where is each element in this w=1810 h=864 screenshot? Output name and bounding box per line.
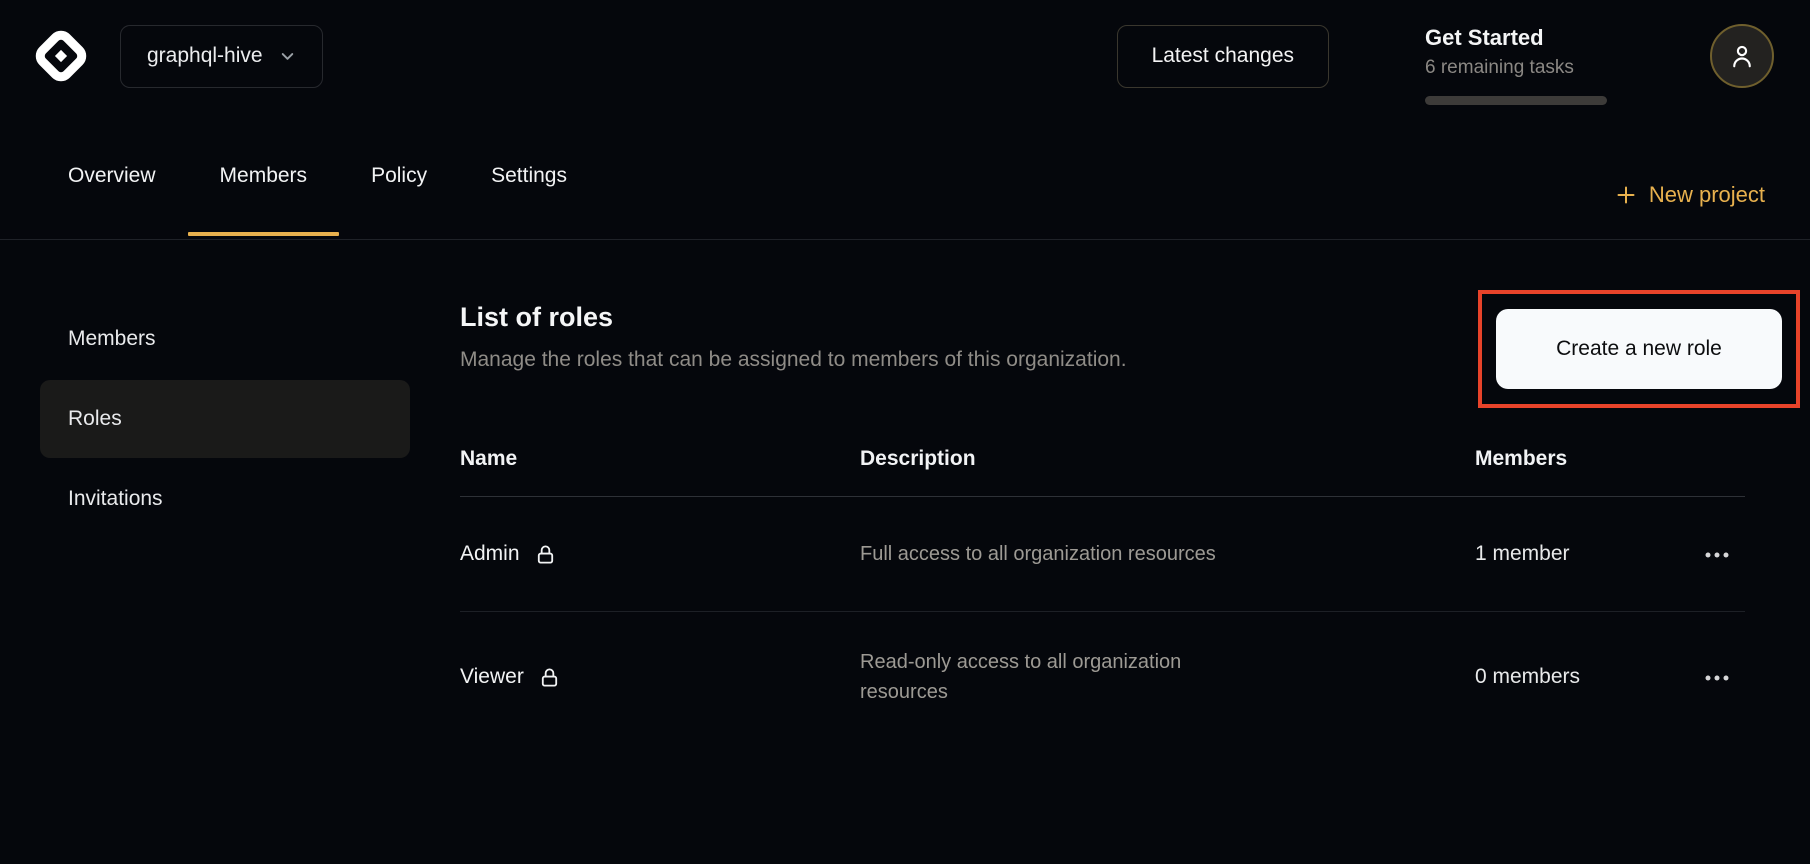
sidebar-item-invitations[interactable]: Invitations [40, 460, 410, 538]
org-tab-bar: Overview Members Policy Settings New pro… [0, 112, 1810, 240]
hive-logo-icon[interactable] [32, 27, 90, 85]
tab-settings-label: Settings [491, 164, 567, 188]
ellipsis-icon [1703, 674, 1731, 682]
tab-policy-label: Policy [371, 164, 427, 188]
org-selector-dropdown[interactable]: graphql-hive [120, 25, 323, 88]
active-tab-underline [188, 232, 340, 236]
role-description: Full access to all organization resource… [860, 539, 1255, 569]
sidebar-item-roles-label: Roles [68, 407, 122, 431]
new-project-label: New project [1649, 182, 1765, 208]
get-started-progress-bar [1425, 96, 1607, 105]
tab-overview-label: Overview [68, 164, 156, 188]
tab-overview[interactable]: Overview [36, 112, 188, 239]
get-started-remaining-tasks: 6 remaining tasks [1425, 55, 1608, 81]
role-description: Read-only access to all organization res… [860, 647, 1255, 707]
create-new-role-button[interactable]: Create a new role [1496, 309, 1782, 389]
get-started-title: Get Started [1425, 24, 1608, 52]
role-member-count: 0 members [1475, 665, 1655, 689]
role-name: Admin [460, 542, 520, 566]
row-actions-menu-button[interactable] [1697, 660, 1737, 695]
sidebar-item-roles[interactable]: Roles [40, 380, 410, 458]
tab-members-label: Members [220, 164, 308, 188]
ellipsis-icon [1703, 551, 1731, 559]
tab-policy[interactable]: Policy [339, 112, 459, 239]
latest-changes-button[interactable]: Latest changes [1117, 25, 1329, 88]
user-avatar[interactable] [1710, 24, 1774, 88]
role-member-count: 1 member [1475, 542, 1655, 566]
tab-members[interactable]: Members [188, 112, 340, 239]
roles-table-header: Name Description Members [460, 422, 1745, 497]
column-header-members: Members [1475, 447, 1655, 471]
table-row-admin: Admin Full access to all organization re… [460, 497, 1745, 612]
lock-icon [538, 665, 561, 690]
role-name: Viewer [460, 665, 524, 689]
row-actions-menu-button[interactable] [1697, 537, 1737, 572]
chevron-down-icon [279, 48, 296, 65]
column-header-description: Description [860, 447, 1475, 471]
get-started-widget[interactable]: Get Started 6 remaining tasks [1425, 24, 1608, 105]
roles-table: Name Description Members Admin [460, 422, 1745, 742]
sidebar-item-members[interactable]: Members [40, 300, 410, 378]
new-project-link[interactable]: New project [1615, 182, 1765, 208]
org-selector-label: graphql-hive [147, 44, 263, 68]
sidebar-item-members-label: Members [68, 327, 156, 351]
annotation-highlight-rectangle: Create a new role [1478, 290, 1800, 408]
plus-icon [1615, 184, 1637, 206]
members-sidebar: Members Roles Invitations [40, 300, 410, 742]
person-icon [1727, 41, 1757, 71]
sidebar-item-invitations-label: Invitations [68, 487, 163, 511]
tab-settings[interactable]: Settings [459, 112, 599, 239]
column-header-name: Name [460, 447, 860, 471]
table-row-viewer: Viewer Read-only access to all organizat… [460, 612, 1745, 742]
lock-icon [534, 542, 557, 567]
app-window: graphql-hive Latest changes Get Started … [0, 0, 1810, 864]
top-header: graphql-hive Latest changes Get Started … [0, 0, 1810, 112]
